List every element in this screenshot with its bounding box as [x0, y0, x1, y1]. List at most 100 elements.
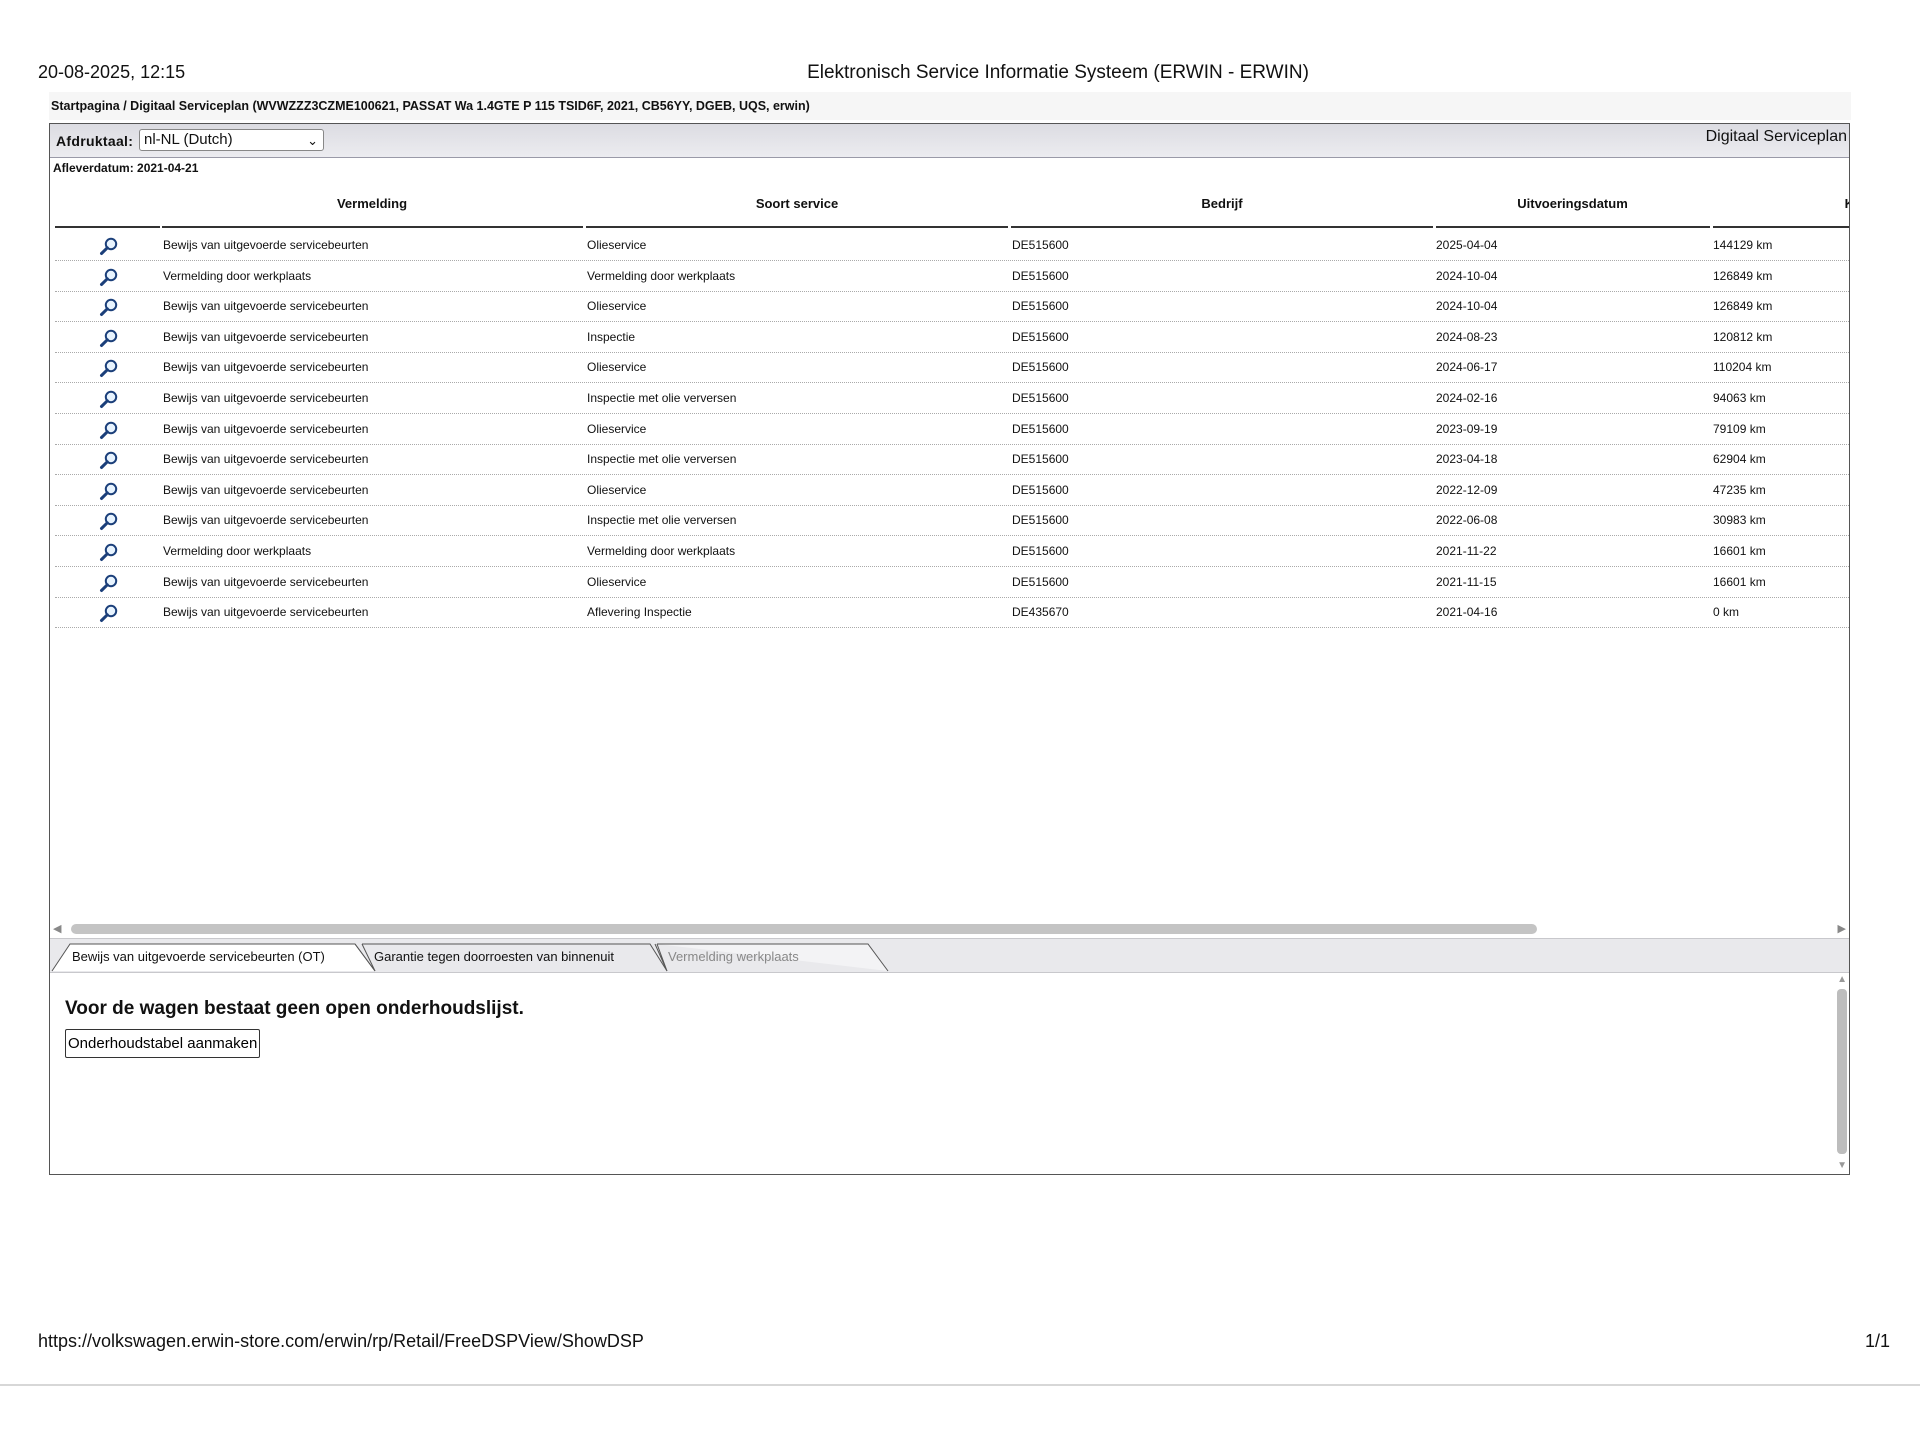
cell-bedrijf: DE515600 — [1012, 329, 1069, 344]
table-row[interactable]: Bewijs van uitgevoerde servicebeurten Ins… — [55, 322, 1849, 353]
cell-kilometerstand: 120812 km — [1713, 329, 1773, 344]
no-maintenance-message: Voor de wagen bestaat geen open onderhou… — [65, 998, 524, 1019]
column-header-vermelding[interactable]: Vermelding — [160, 196, 584, 211]
column-rule — [1713, 226, 1849, 228]
magnifier-icon[interactable] — [99, 297, 119, 317]
cell-kilometerstand: 126849 km — [1713, 268, 1773, 283]
cell-uitvoeringsdatum: 2024-02-16 — [1436, 391, 1498, 405]
magnifier-icon[interactable] — [99, 511, 119, 531]
cell-soort-service: Olieservice — [587, 574, 647, 589]
cell-soort-service: Aflevering Inspectie — [587, 605, 692, 620]
cell-bedrijf: DE515600 — [1012, 360, 1069, 375]
cell-uitvoeringsdatum: 2023-09-19 — [1436, 421, 1498, 436]
magnifier-icon[interactable] — [99, 481, 119, 501]
magnifier-icon[interactable] — [99, 236, 119, 256]
cell-bedrijf: DE515600 — [1012, 452, 1069, 467]
tab-workshop-notes[interactable]: Vermelding werkplaats — [662, 944, 805, 970]
cell-kilometerstand: 144129 km — [1713, 238, 1773, 252]
cell-soort-service: Inspectie met olie verversen — [587, 452, 737, 467]
cell-uitvoeringsdatum: 2025-04-04 — [1436, 238, 1498, 252]
cell-bedrijf: DE515600 — [1012, 421, 1069, 436]
table-row[interactable]: Bewijs van uitgevoerde servicebeurten Oli… — [55, 352, 1849, 384]
scroll-left-arrow-icon[interactable]: ◀ — [53, 922, 61, 935]
cell-soort-service: Inspectie met olie verversen — [587, 391, 737, 405]
table-row[interactable]: Bewijs van uitgevoerde servicebeurten Oli… — [55, 567, 1849, 598]
create-maintenance-table-button[interactable]: Onderhoudstabel aanmaken — [65, 1029, 261, 1058]
cell-vermelding: Bewijs van uitgevoerde servicebeurten — [163, 299, 369, 314]
table-row[interactable]: Bewijs van uitgevoerde servicebeurten Ins… — [55, 444, 1849, 476]
cell-kilometerstand: 16601 km — [1713, 574, 1766, 589]
cell-uitvoeringsdatum: 2022-12-09 — [1436, 482, 1498, 497]
table-row[interactable]: Vermelding door werkplaats Vermelding doo… — [55, 261, 1849, 292]
magnifier-icon[interactable] — [99, 542, 119, 562]
table-row[interactable]: Bewijs van uitgevoerde servicebeurten Ins… — [55, 505, 1849, 537]
cell-soort-service: Olieservice — [587, 360, 647, 375]
cell-soort-service: Olieservice — [587, 299, 647, 314]
column-header-kilometerstand[interactable]: Kilometerstand — [1712, 196, 1849, 211]
table-row[interactable]: Bewijs van uitgevoerde servicebeurten Oli… — [55, 475, 1849, 506]
language-select[interactable]: nl-NL (Dutch) ⌄ — [139, 129, 324, 151]
language-select-value: nl-NL (Dutch) — [144, 131, 233, 148]
cell-vermelding: Vermelding door werkplaats — [163, 544, 312, 558]
tab-service-records[interactable]: Bewijs van uitgevoerde servicebeurten (O… — [66, 944, 331, 970]
cell-soort-service: Olieservice — [587, 238, 647, 252]
cell-vermelding: Vermelding door werkplaats — [163, 268, 312, 283]
cell-uitvoeringsdatum: 2021-11-15 — [1436, 574, 1497, 589]
column-rule — [1011, 226, 1433, 228]
table-row[interactable]: Bewijs van uitgevoerde servicebeurten Oli… — [55, 291, 1849, 323]
table-row[interactable]: Bewijs van uitgevoerde servicebeurten Oli… — [55, 414, 1849, 445]
magnifier-icon[interactable] — [99, 603, 119, 623]
tab-rust-warranty[interactable]: Garantie tegen doorroesten van binnenuit — [368, 944, 620, 970]
magnifier-icon[interactable] — [99, 450, 119, 470]
column-rule — [162, 226, 583, 228]
scroll-right-arrow-icon[interactable]: ▶ — [1838, 922, 1846, 935]
cell-bedrijf: DE515600 — [1012, 482, 1069, 497]
cell-vermelding: Bewijs van uitgevoerde servicebeurten — [163, 360, 369, 375]
cell-bedrijf: DE515600 — [1012, 238, 1069, 252]
delivery-date: Afleverdatum: 2021-04-21 — [53, 161, 199, 175]
cell-uitvoeringsdatum: 2024-10-04 — [1436, 268, 1498, 283]
table-row[interactable]: Bewijs van uitgevoerde servicebeurten Ins… — [55, 383, 1849, 414]
print-url: https://volkswagen.erwin-store.com/erwin… — [38, 1331, 644, 1351]
vertical-scrollbar[interactable] — [1837, 989, 1847, 1154]
scroll-down-arrow-icon[interactable]: ▼ — [1837, 1160, 1847, 1171]
table-row[interactable]: Vermelding door werkplaats Vermelding doo… — [55, 536, 1849, 567]
cell-uitvoeringsdatum: 2024-06-17 — [1436, 360, 1498, 375]
tab-bar: Bewijs van uitgevoerde servicebeurten (O… — [50, 938, 1849, 973]
cell-bedrijf: DE515600 — [1012, 391, 1069, 405]
magnifier-icon[interactable] — [99, 389, 119, 409]
page-heading: Digitaal Serviceplan — [1705, 128, 1847, 145]
chevron-down-icon: ⌄ — [307, 133, 318, 148]
cell-vermelding: Bewijs van uitgevoerde servicebeurten — [163, 391, 369, 405]
print-title: Elektronisch Service Informatie Systeem … — [807, 62, 1309, 83]
cell-vermelding: Bewijs van uitgevoerde servicebeurten — [163, 574, 369, 589]
cell-kilometerstand: 62904 km — [1713, 452, 1766, 467]
magnifier-icon[interactable] — [99, 420, 119, 440]
cell-kilometerstand: 47235 km — [1713, 482, 1766, 497]
cell-uitvoeringsdatum: 2022-06-08 — [1436, 513, 1498, 528]
breadcrumb[interactable]: Startpagina / Digitaal Serviceplan (WVWZ… — [49, 92, 1851, 120]
cell-bedrijf: DE515600 — [1012, 574, 1069, 589]
cell-kilometerstand: 0 km — [1713, 605, 1740, 620]
table-row[interactable]: Bewijs van uitgevoerde servicebeurten Afl… — [55, 597, 1849, 629]
cell-vermelding: Bewijs van uitgevoerde servicebeurten — [163, 513, 369, 528]
column-header-bedrijf[interactable]: Bedrijf — [1010, 196, 1434, 211]
cell-bedrijf: DE515600 — [1012, 268, 1069, 283]
table-row[interactable]: Bewijs van uitgevoerde servicebeurten Oli… — [55, 230, 1849, 261]
magnifier-icon[interactable] — [99, 573, 119, 593]
scroll-up-arrow-icon[interactable]: ▲ — [1837, 974, 1847, 985]
cell-vermelding: Bewijs van uitgevoerde servicebeurten — [163, 482, 369, 497]
language-label: Afdruktaal: — [56, 133, 134, 149]
magnifier-icon[interactable] — [99, 328, 119, 348]
magnifier-icon[interactable] — [99, 358, 119, 378]
page-bottom-rule — [0, 1384, 1920, 1386]
cell-bedrijf: DE515600 — [1012, 544, 1069, 558]
horizontal-scrollbar[interactable] — [71, 924, 1537, 934]
cell-uitvoeringsdatum: 2021-11-22 — [1436, 544, 1497, 558]
cell-vermelding: Bewijs van uitgevoerde servicebeurten — [163, 238, 369, 252]
magnifier-icon[interactable] — [99, 267, 119, 287]
column-header-soort-service[interactable]: Soort service — [585, 196, 1009, 211]
column-rule — [55, 226, 160, 228]
cell-kilometerstand: 126849 km — [1713, 299, 1773, 314]
column-header-uitvoeringsdatum[interactable]: Uitvoeringsdatum — [1434, 196, 1711, 211]
